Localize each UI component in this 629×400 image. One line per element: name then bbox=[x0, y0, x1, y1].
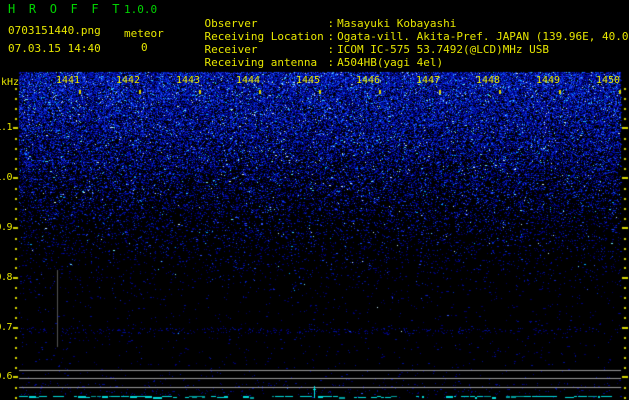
time-tick-label: 1447 bbox=[415, 75, 441, 86]
freq-unit-label: kHz bbox=[1, 77, 20, 88]
hrofft-window: H R O F F T 1.0.0 0703151440.png meteor … bbox=[0, 0, 629, 400]
info-label: Receiving antenna bbox=[204, 56, 318, 69]
freq-tick-label: 0.8 bbox=[0, 272, 12, 283]
output-filename: 0703151440.png bbox=[8, 24, 101, 37]
meteor-counter-label: meteor bbox=[124, 27, 164, 40]
time-tick-label: 1449 bbox=[535, 75, 561, 86]
time-tick-label: 1450 bbox=[595, 75, 621, 86]
time-tick-label: 1443 bbox=[175, 75, 201, 86]
freq-tick-label: 1.0 bbox=[0, 172, 12, 183]
time-tick-label: 1445 bbox=[295, 75, 321, 86]
freq-tick-label: 0.9 bbox=[0, 222, 12, 233]
info-colon: : bbox=[327, 56, 335, 69]
freq-tick-label: 0.7 bbox=[0, 322, 12, 333]
app-title: H R O F F T bbox=[8, 2, 123, 16]
time-tick-label: 1448 bbox=[475, 75, 501, 86]
freq-tick-label: 1.1 bbox=[0, 122, 12, 133]
meteor-counter-value: 0 bbox=[141, 41, 148, 54]
freq-tick-label: 0.6 bbox=[0, 371, 12, 382]
time-tick-label: 1441 bbox=[55, 75, 81, 86]
info-value: A504HB(yagi 4el) bbox=[337, 56, 444, 69]
time-tick-label: 1446 bbox=[355, 75, 381, 86]
time-tick-label: 1442 bbox=[115, 75, 141, 86]
app-version: 1.0.0 bbox=[124, 3, 158, 16]
time-tick-label: 1444 bbox=[235, 75, 261, 86]
datetime-stamp: 07.03.15 14:40 bbox=[8, 42, 101, 55]
